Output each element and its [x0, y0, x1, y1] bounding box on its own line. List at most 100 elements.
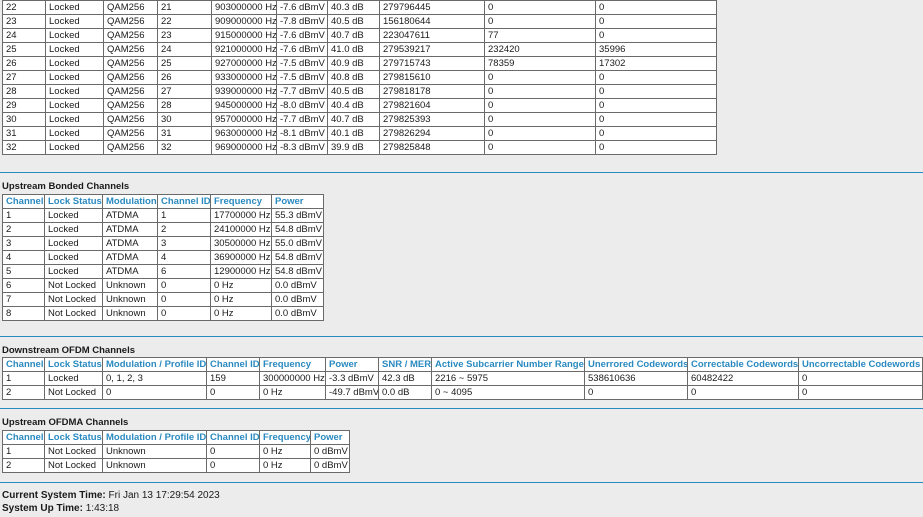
- table-cell: 0.0 dB: [378, 385, 432, 400]
- table-cell: Locked: [44, 208, 103, 223]
- upstream-ofdma-table: Channel Lock Status Modulation / Profile I…: [2, 430, 350, 473]
- ofdma-channel-row: 2 Not Locked Unknown 0 0 Hz 0 dBmV: [2, 458, 350, 473]
- table-cell: 40.5 dB: [327, 14, 380, 29]
- column-header: Channel ID: [206, 430, 260, 445]
- column-header: SNR / MER: [378, 357, 432, 372]
- downstream-ofdm-title: Downstream OFDM Channels: [2, 345, 136, 356]
- table-cell: QAM256: [103, 42, 158, 57]
- table-cell: 0: [484, 112, 596, 127]
- table-cell: 0.0 dBmV: [271, 306, 324, 321]
- upstream-channel-row: 8 Not Locked Unknown 0 0 Hz 0.0 dBmV: [2, 306, 324, 321]
- table-cell: 40.8 dB: [327, 70, 380, 85]
- table-cell: Not Locked: [44, 458, 103, 473]
- table-cell: QAM256: [103, 14, 158, 29]
- table-cell: 32: [2, 140, 46, 155]
- table-cell: 0 Hz: [210, 292, 272, 307]
- table-cell: Locked: [44, 236, 103, 251]
- table-cell: 957000000 Hz: [211, 112, 277, 127]
- table-cell: 17302: [595, 56, 717, 71]
- table-cell: 279826294: [379, 126, 485, 141]
- table-cell: 26: [2, 56, 46, 71]
- table-cell: 4: [2, 250, 45, 265]
- upstream-channel-row: 4 Locked ATDMA 4 36900000 Hz 54.8 dBmV: [2, 250, 324, 265]
- table-cell: QAM256: [103, 84, 158, 99]
- table-cell: 39.9 dB: [327, 140, 380, 155]
- table-cell: Locked: [45, 56, 104, 71]
- table-cell: 0: [157, 306, 211, 321]
- table-cell: 0.0 dBmV: [271, 292, 324, 307]
- table-cell: 54.8 dBmV: [271, 222, 324, 237]
- table-cell: 0 ~ 4095: [431, 385, 585, 400]
- table-cell: 2216 ~ 5975: [431, 371, 585, 386]
- table-cell: 0: [157, 292, 211, 307]
- table-cell: 0 Hz: [259, 458, 311, 473]
- table-cell: 0: [206, 444, 260, 459]
- table-cell: 8: [2, 306, 45, 321]
- table-cell: Locked: [45, 28, 104, 43]
- table-cell: Locked: [45, 140, 104, 155]
- table-cell: Locked: [45, 126, 104, 141]
- table-cell: 0.0 dBmV: [271, 278, 324, 293]
- table-cell: 0: [687, 385, 799, 400]
- table-cell: 40.5 dB: [327, 84, 380, 99]
- table-cell: 6: [2, 278, 45, 293]
- table-cell: -49.7 dBmV: [325, 385, 379, 400]
- table-cell: 5: [2, 264, 45, 279]
- table-cell: 6: [157, 264, 211, 279]
- table-cell: 0: [484, 84, 596, 99]
- table-cell: 25: [157, 56, 212, 71]
- table-cell: 223047611: [379, 28, 485, 43]
- column-header: Channel: [2, 357, 45, 372]
- column-header: Active Subcarrier Number Range: [431, 357, 585, 372]
- table-cell: 54.8 dBmV: [271, 250, 324, 265]
- table-cell: QAM256: [103, 28, 158, 43]
- table-cell: 945000000 Hz: [211, 98, 277, 113]
- table-cell: 279715743: [379, 56, 485, 71]
- table-cell: 28: [157, 98, 212, 113]
- table-cell: 939000000 Hz: [211, 84, 277, 99]
- table-cell: 40.7 dB: [327, 28, 380, 43]
- column-header: Uncorrectable Codewords: [798, 357, 923, 372]
- table-cell: 3: [2, 236, 45, 251]
- table-cell: Locked: [44, 371, 103, 386]
- table-cell: 969000000 Hz: [211, 140, 277, 155]
- table-cell: 0: [595, 70, 717, 85]
- table-cell: QAM256: [103, 70, 158, 85]
- table-cell: Locked: [45, 84, 104, 99]
- table-cell: 29: [2, 98, 46, 113]
- table-cell: 25: [2, 42, 46, 57]
- table-cell: 0: [484, 98, 596, 113]
- system-up-time: System Up Time: 1:43:18: [2, 503, 119, 514]
- table-cell: Locked: [45, 98, 104, 113]
- table-cell: 30500000 Hz: [210, 236, 272, 251]
- table-cell: QAM256: [103, 0, 158, 15]
- table-cell: 1: [2, 444, 45, 459]
- table-cell: 7: [2, 292, 45, 307]
- table-cell: 279825848: [379, 140, 485, 155]
- table-cell: -7.5 dBmV: [276, 70, 328, 85]
- table-cell: Not Locked: [44, 292, 103, 307]
- column-header: Channel: [2, 194, 45, 209]
- table-cell: 0: [595, 28, 717, 43]
- table-cell: 0: [595, 98, 717, 113]
- table-cell: 0: [484, 140, 596, 155]
- column-header: Channel ID: [157, 194, 211, 209]
- table-cell: 927000000 Hz: [211, 56, 277, 71]
- table-cell: 300000000 Hz: [259, 371, 326, 386]
- column-header: Power: [310, 430, 350, 445]
- system-up-time-label: System Up Time:: [2, 503, 83, 514]
- table-cell: 156180644: [379, 14, 485, 29]
- table-cell: 31: [2, 126, 46, 141]
- table-cell: 55.0 dBmV: [271, 236, 324, 251]
- table-cell: -8.3 dBmV: [276, 140, 328, 155]
- column-header: Lock Status: [44, 194, 103, 209]
- table-cell: 0: [584, 385, 688, 400]
- table-cell: 0 dBmV: [310, 444, 350, 459]
- table-cell: 30: [2, 112, 46, 127]
- downstream-bonded-table: 22 Locked QAM256 21 903000000 Hz -7.6 dBmV 40.…: [2, 0, 717, 155]
- table-cell: 0 Hz: [259, 385, 326, 400]
- table-cell: 30: [157, 112, 212, 127]
- downstream-ofdm-table: Channel Lock Status Modulation / Profile I…: [2, 357, 923, 400]
- table-cell: -7.8 dBmV: [276, 14, 328, 29]
- table-cell: 538610636: [584, 371, 688, 386]
